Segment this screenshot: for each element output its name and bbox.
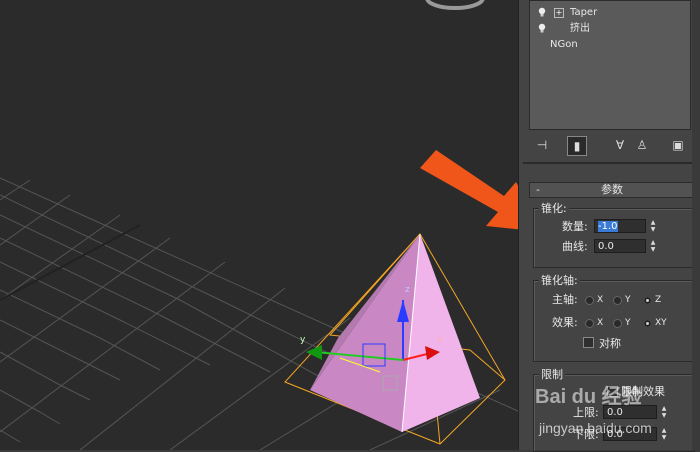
modifier-stack-toolbar: ⊣ ▮ ∀ ♙ ▣	[529, 134, 697, 156]
symmetry-label: 对称	[599, 337, 621, 350]
taper-axis-group-title: 锥化轴:	[539, 274, 580, 287]
lightbulb-icon[interactable]	[538, 7, 546, 17]
effect-y-label: Y	[625, 318, 631, 328]
remove-modifier-icon[interactable]: ♙	[633, 136, 651, 154]
curve-value: 0.0	[598, 241, 614, 252]
curve-spinner[interactable]: ▲ ▼	[648, 239, 658, 253]
stack-item-ngon[interactable]: NGon	[530, 37, 690, 52]
configure-modifier-sets-icon[interactable]: ▣	[669, 136, 687, 154]
stack-item-label: 挤出	[570, 23, 590, 34]
gizmo-y-label: y	[300, 335, 306, 345]
panel-divider	[523, 162, 695, 164]
curve-label: 曲线:	[562, 240, 588, 253]
amount-spinner[interactable]: ▲ ▼	[648, 219, 658, 233]
make-unique-icon[interactable]: ∀	[611, 136, 629, 154]
taper-group-title: 锥化:	[539, 202, 569, 215]
effect-x-radio[interactable]	[585, 319, 594, 328]
watermark-url: jingyan.baidu.com	[539, 420, 652, 436]
effect-y-radio[interactable]	[613, 319, 622, 328]
lightbulb-icon[interactable]	[538, 23, 546, 33]
primary-y-label: Y	[625, 295, 631, 305]
panel-scrollbar[interactable]	[692, 0, 700, 450]
expand-plus-icon[interactable]: +	[554, 8, 564, 18]
effect-axis-label: 效果:	[552, 316, 578, 329]
gizmo-z-label: z	[405, 285, 410, 295]
amount-value: -1.0	[598, 221, 618, 232]
curve-input[interactable]: 0.0	[594, 239, 646, 253]
gizmo-x-label: x	[437, 335, 443, 345]
symmetry-checkbox[interactable]	[583, 337, 594, 348]
primary-x-radio[interactable]	[585, 296, 594, 305]
effect-x-label: X	[597, 318, 604, 328]
modifier-stack-list[interactable]: + Taper 挤出 NGon	[529, 0, 691, 130]
baidu-watermark: Bai du 经验 jingyan.baidu.com	[535, 374, 685, 444]
effect-xy-label: XY	[655, 318, 667, 328]
viewcube-ring[interactable]	[425, 0, 505, 14]
taper-group	[533, 208, 695, 268]
primary-y-radio[interactable]	[613, 296, 622, 305]
stack-item-label: NGon	[550, 39, 578, 50]
primary-x-label: X	[597, 295, 604, 305]
rollout-title: 参数	[601, 183, 623, 196]
stack-item-label: Taper	[570, 7, 598, 18]
pin-stack-icon[interactable]: ⊣	[533, 136, 551, 154]
show-end-result-icon[interactable]: ▮	[567, 136, 587, 156]
primary-axis-label: 主轴:	[552, 293, 578, 306]
amount-input[interactable]: -1.0	[594, 219, 646, 233]
parameters-rollout-header[interactable]: - 参数	[529, 182, 695, 198]
primary-z-label: Z	[655, 295, 662, 305]
amount-label: 数量:	[562, 220, 588, 233]
primary-z-radio[interactable]	[643, 296, 652, 305]
watermark-logo-text: Bai du 经验	[535, 386, 642, 408]
effect-xy-radio[interactable]	[643, 319, 652, 328]
stack-item-extrude[interactable]: 挤出	[530, 21, 690, 36]
stack-item-taper[interactable]: + Taper	[530, 5, 690, 20]
